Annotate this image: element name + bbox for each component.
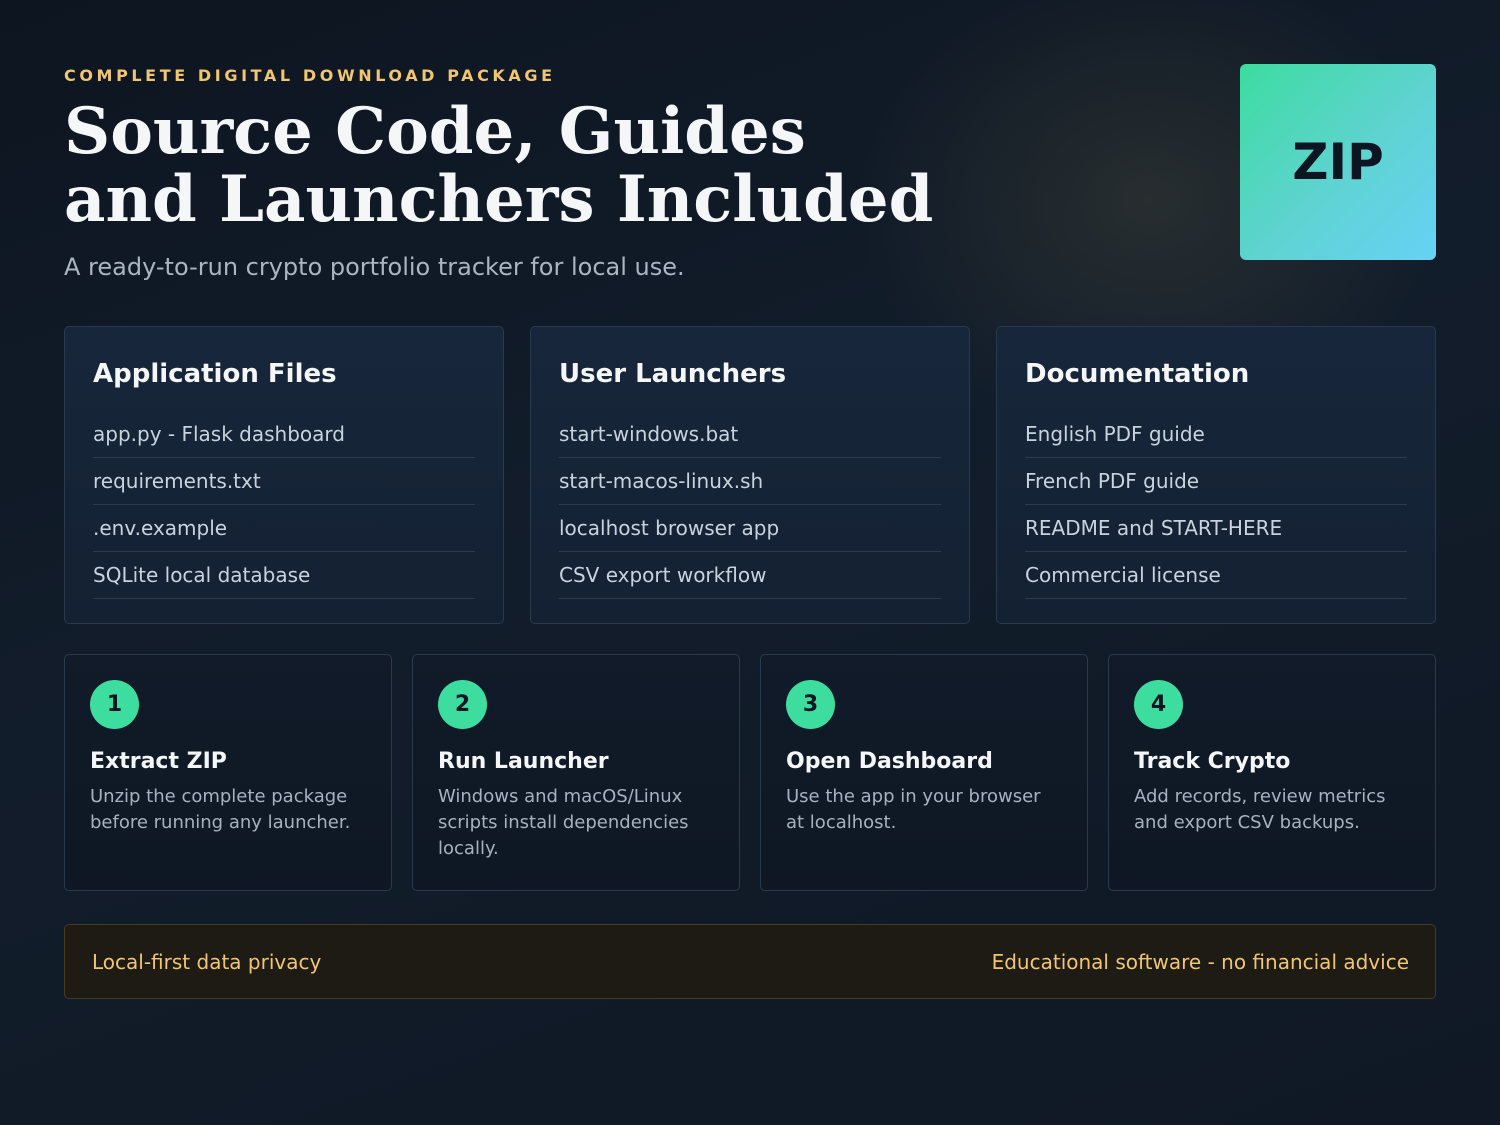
step-card-extract-zip: 1 Extract ZIP Unzip the complete package… [64, 654, 392, 891]
zip-badge: ZIP [1240, 64, 1436, 260]
list-item: SQLite local database [93, 552, 475, 599]
step-description: Unzip the complete package before runnin… [90, 786, 351, 833]
list-item: start-windows.bat [559, 411, 941, 458]
footer-privacy-note: Local-first data privacy [92, 949, 322, 974]
step-title: Run Launcher [438, 749, 609, 774]
step-description: Use the app in your browser at localhost… [786, 786, 1041, 833]
card-title: User Launchers [559, 359, 787, 389]
card-list: start-windows.bat start-macos-linux.sh l… [559, 411, 941, 599]
card-user-launchers: User Launchers start-windows.bat start-m… [530, 326, 970, 624]
list-item: app.py - Flask dashboard [93, 411, 475, 458]
card-application-files: Application Files app.py - Flask dashboa… [64, 326, 504, 624]
card-documentation: Documentation English PDF guide French P… [996, 326, 1436, 624]
step-description: Add records, review metrics and export C… [1134, 786, 1386, 833]
step-title: Track Crypto [1134, 749, 1291, 774]
list-item: start-macos-linux.sh [559, 458, 941, 505]
card-list: app.py - Flask dashboard requirements.tx… [93, 411, 475, 599]
title-line-2: and Launchers Included [64, 162, 934, 237]
step-card-open-dashboard: 3 Open Dashboard Use the app in your bro… [760, 654, 1088, 891]
list-item: localhost browser app [559, 505, 941, 552]
step-title: Extract ZIP [90, 749, 227, 774]
step-card-track-crypto: 4 Track Crypto Add records, review metri… [1108, 654, 1436, 891]
list-item: French PDF guide [1025, 458, 1407, 505]
step-card-run-launcher: 2 Run Launcher Windows and macOS/Linux s… [412, 654, 740, 891]
title-line-1: Source Code, Guides [64, 94, 806, 169]
list-item: README and START-HERE [1025, 505, 1407, 552]
footer-notice-bar: Local-first data privacy Educational sof… [64, 924, 1436, 999]
step-number-badge: 2 [438, 680, 487, 729]
card-title: Application Files [93, 359, 337, 389]
card-list: English PDF guide French PDF guide READM… [1025, 411, 1407, 599]
step-description: Windows and macOS/Linux scripts install … [438, 786, 689, 859]
list-item: .env.example [93, 505, 475, 552]
list-item: requirements.txt [93, 458, 475, 505]
list-item: English PDF guide [1025, 411, 1407, 458]
footer-disclaimer: Educational software - no financial advi… [991, 949, 1409, 974]
list-item: CSV export workflow [559, 552, 941, 599]
card-title: Documentation [1025, 359, 1250, 389]
page-title: Source Code, Guides and Launchers Includ… [64, 98, 1064, 234]
step-number-badge: 4 [1134, 680, 1183, 729]
list-item: Commercial license [1025, 552, 1407, 599]
step-number-badge: 3 [786, 680, 835, 729]
step-number-badge: 1 [90, 680, 139, 729]
kicker-label: COMPLETE DIGITAL DOWNLOAD PACKAGE [64, 66, 556, 85]
subtitle: A ready-to-run crypto portfolio tracker … [64, 253, 685, 281]
step-title: Open Dashboard [786, 749, 993, 774]
